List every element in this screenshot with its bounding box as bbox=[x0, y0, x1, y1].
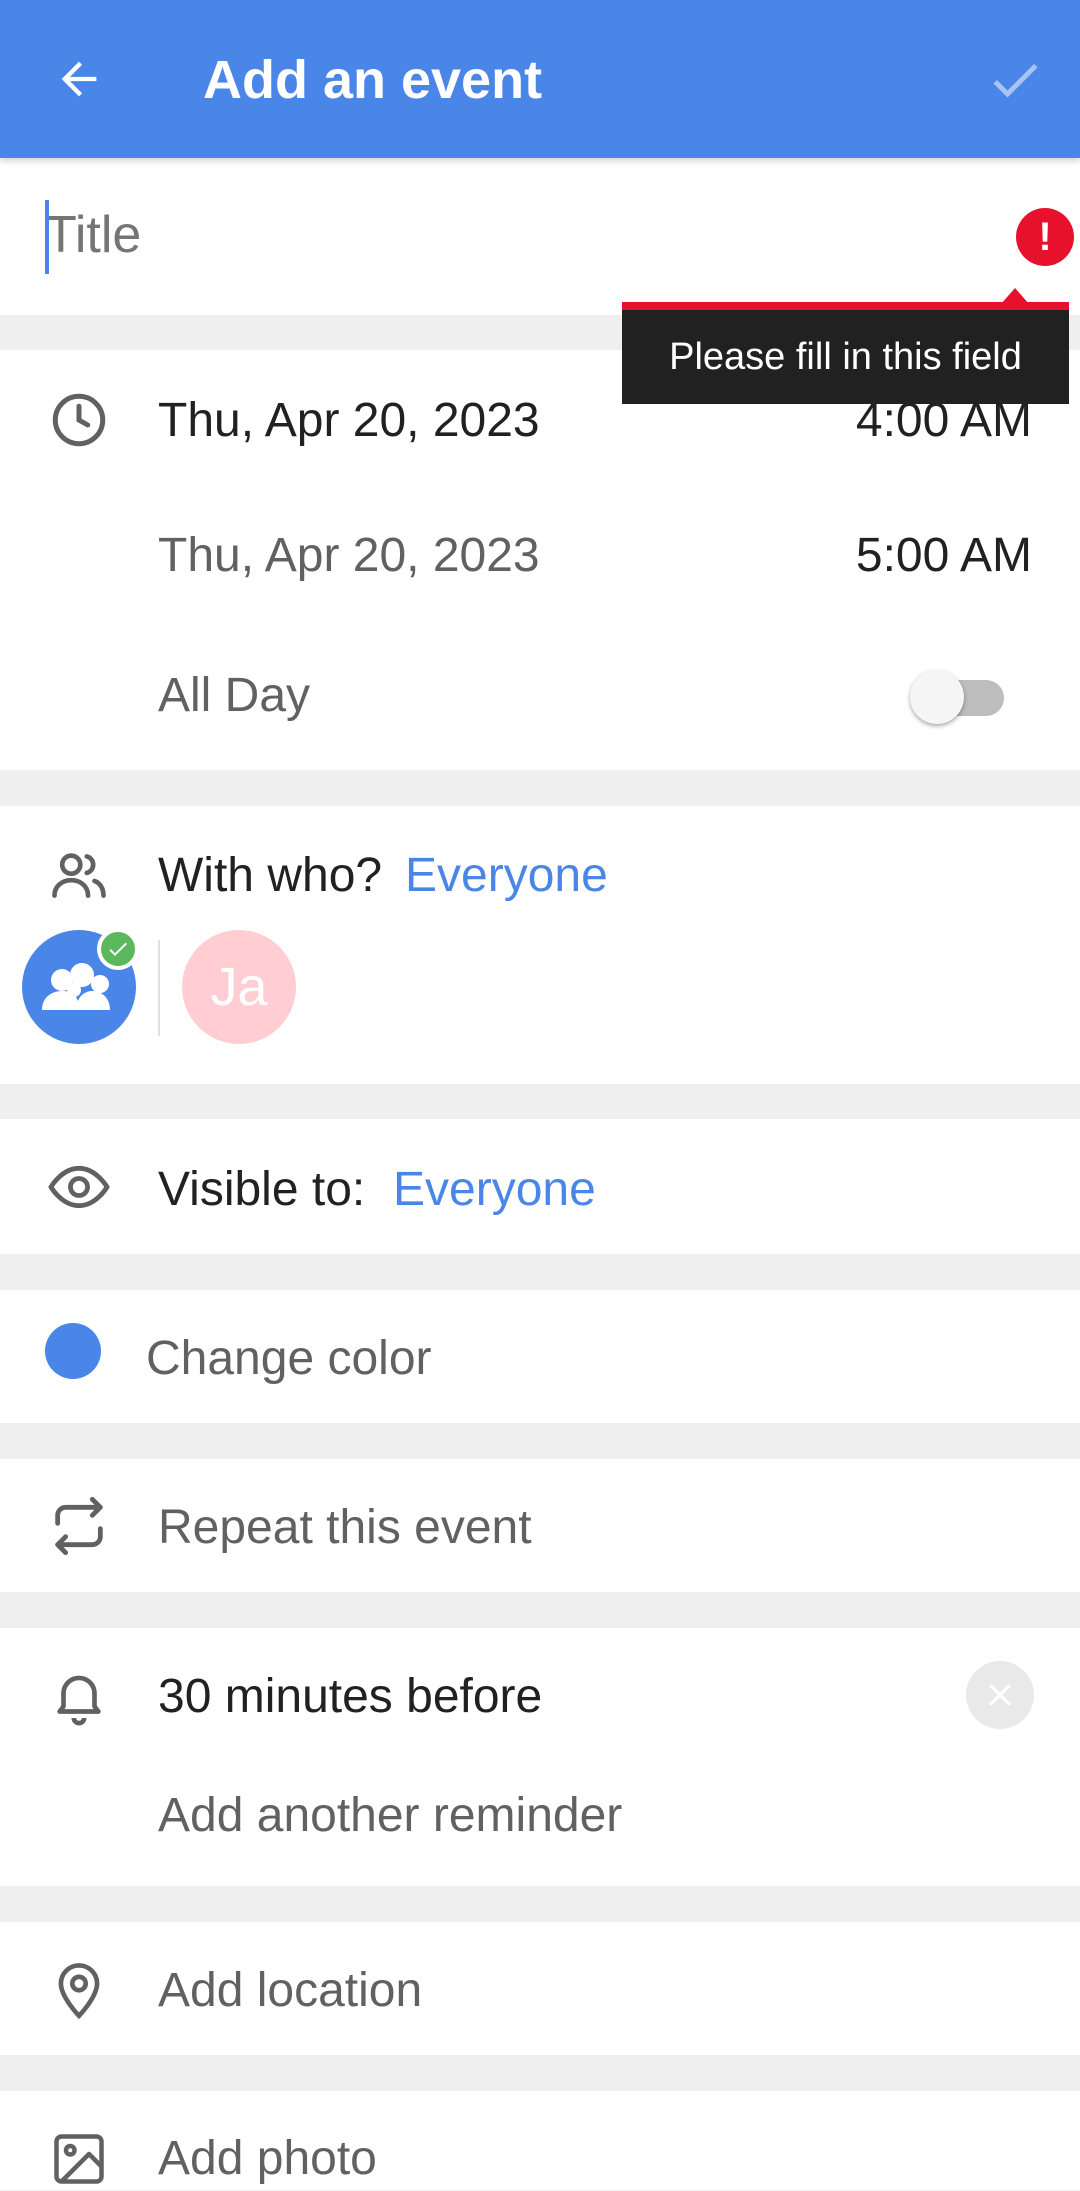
selected-check-icon bbox=[97, 928, 139, 970]
arrow-back-icon bbox=[61, 61, 97, 97]
clock-icon bbox=[47, 388, 111, 452]
start-date[interactable]: Thu, Apr 20, 2023 bbox=[158, 393, 540, 449]
avatar-divider bbox=[158, 940, 160, 1036]
check-icon bbox=[993, 64, 1038, 98]
add-location-label[interactable]: Add location bbox=[158, 1963, 422, 2019]
add-photo-label[interactable]: Add photo bbox=[158, 2131, 377, 2187]
text-caret bbox=[45, 200, 49, 274]
visible-to-label: Visible to: bbox=[158, 1163, 366, 1216]
bell-icon bbox=[47, 1664, 111, 1728]
error-icon: ! bbox=[1016, 208, 1074, 266]
all-day-toggle[interactable] bbox=[910, 670, 1006, 724]
page-title: Add an event bbox=[203, 50, 543, 110]
eye-icon bbox=[47, 1155, 111, 1219]
participant-avatar-ja[interactable]: Ja bbox=[182, 930, 296, 1044]
reminder-item[interactable]: 30 minutes before bbox=[158, 1669, 542, 1725]
remove-reminder-button[interactable] bbox=[966, 1661, 1034, 1729]
color-swatch[interactable] bbox=[45, 1323, 101, 1379]
end-time[interactable]: 5:00 AM bbox=[856, 528, 1032, 584]
location-pin-icon bbox=[47, 1958, 111, 2022]
people-icon bbox=[47, 843, 111, 907]
app-bar: Add an event bbox=[0, 0, 1080, 158]
end-date[interactable]: Thu, Apr 20, 2023 bbox=[158, 528, 540, 584]
reminders-card bbox=[0, 1628, 1080, 1886]
repeat-label[interactable]: Repeat this event bbox=[158, 1500, 532, 1556]
close-icon bbox=[989, 1684, 1011, 1706]
all-day-label: All Day bbox=[158, 669, 311, 722]
with-who-label: With who? bbox=[158, 849, 383, 902]
image-icon bbox=[47, 2127, 111, 2191]
change-color-label[interactable]: Change color bbox=[146, 1331, 432, 1387]
back-button[interactable] bbox=[40, 40, 118, 118]
with-who-value[interactable]: Everyone bbox=[405, 848, 608, 904]
visible-to-value[interactable]: Everyone bbox=[393, 1162, 596, 1218]
title-input[interactable] bbox=[45, 195, 945, 275]
save-button[interactable] bbox=[975, 40, 1055, 120]
toggle-thumb bbox=[910, 670, 964, 724]
repeat-icon bbox=[47, 1494, 111, 1558]
validation-tooltip: Please fill in this field bbox=[622, 302, 1069, 404]
add-reminder-link[interactable]: Add another reminder bbox=[158, 1788, 622, 1844]
